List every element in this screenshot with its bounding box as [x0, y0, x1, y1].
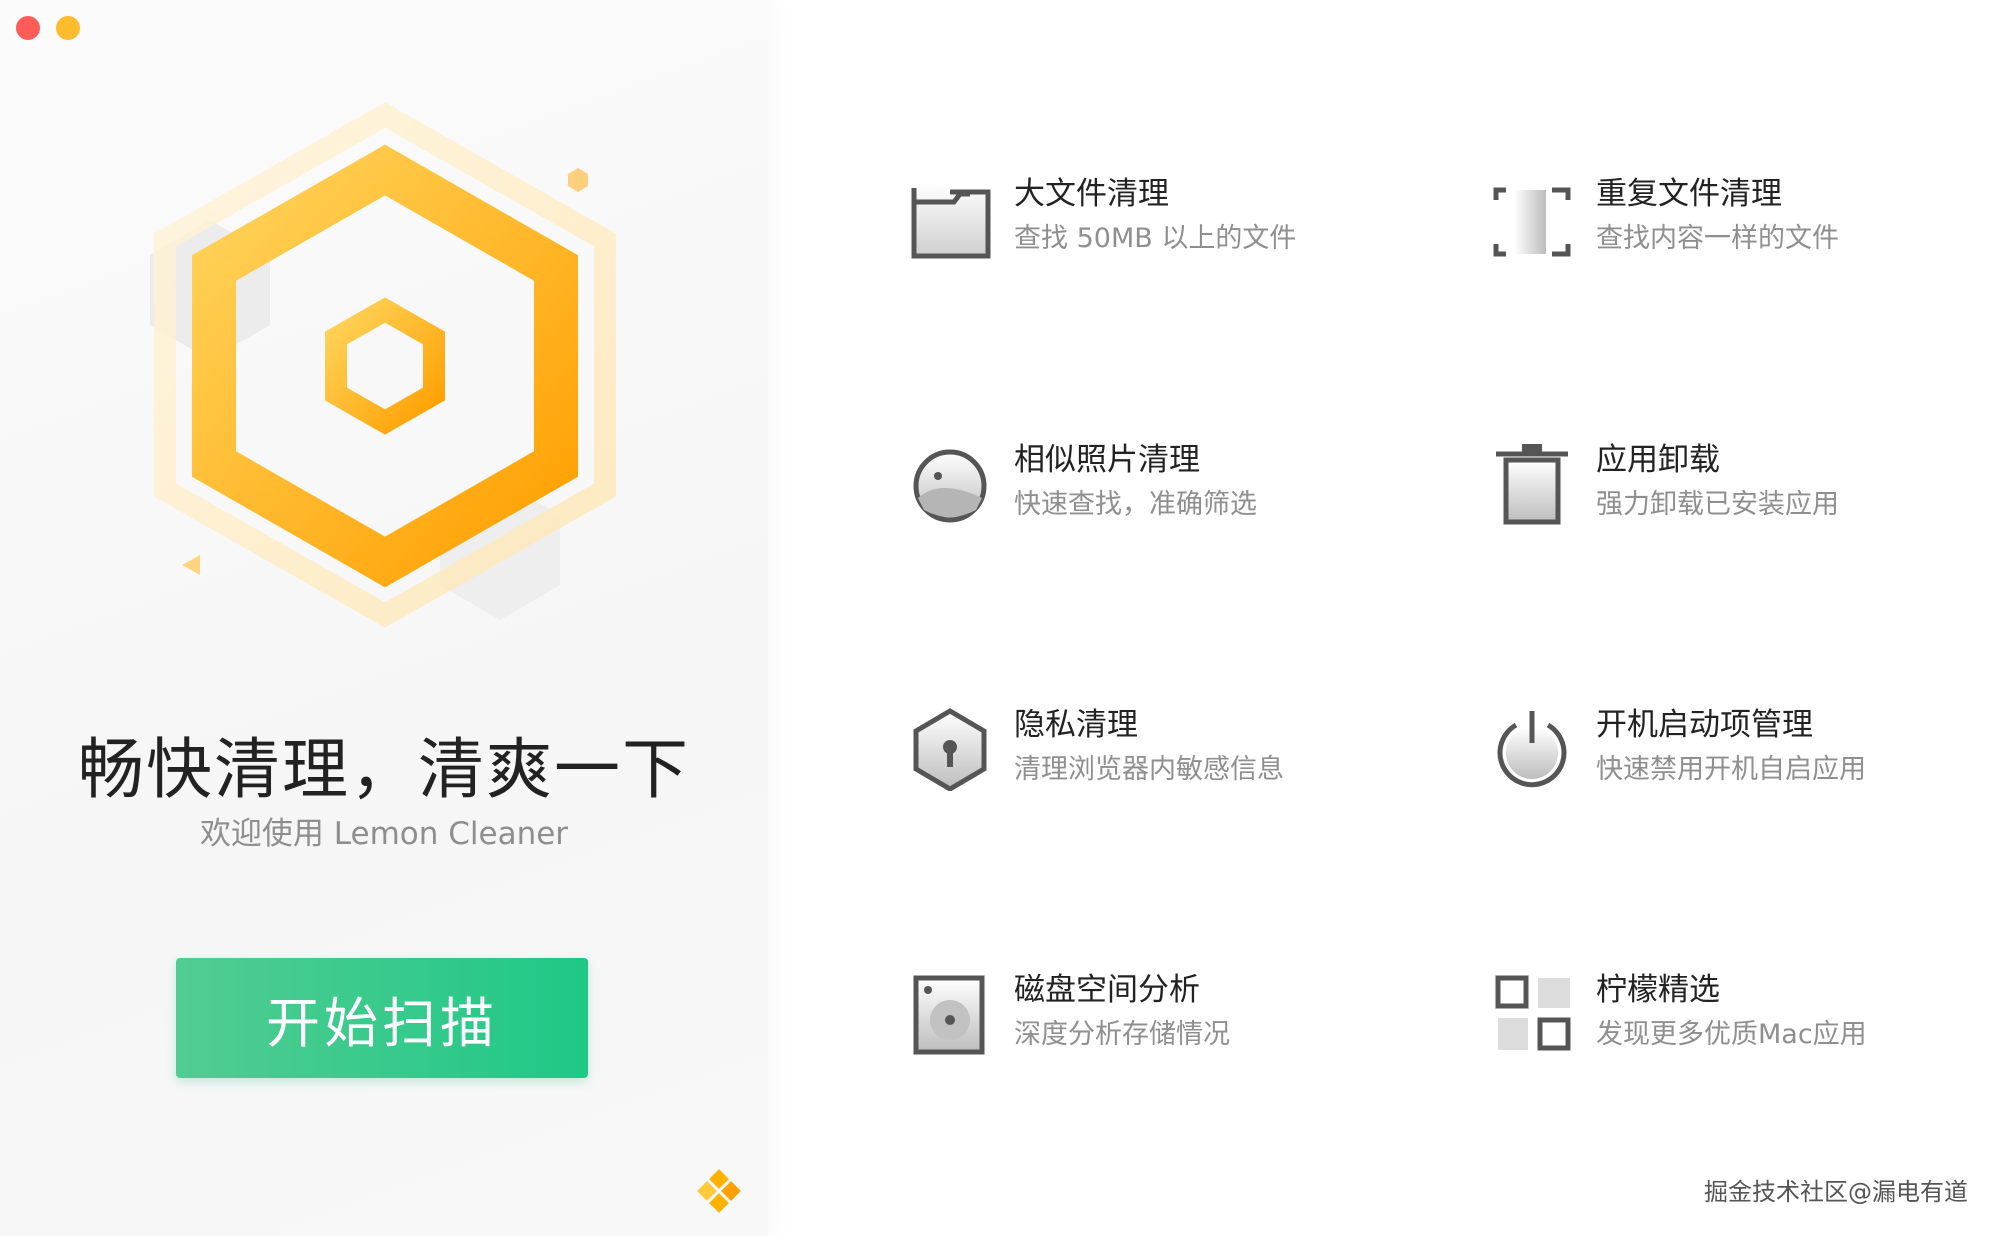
- duplicate-frame-icon: [1493, 187, 1571, 257]
- feature-title: 磁盘空间分析: [1014, 972, 1200, 1008]
- disk-icon: [913, 975, 985, 1055]
- feature-desc: 强力卸载已安装应用: [1596, 489, 1839, 520]
- feature-duplicate-file[interactable]: 重复文件清理 查找内容一样的文件: [1492, 166, 1972, 276]
- feature-title: 应用卸载: [1596, 442, 1720, 478]
- feature-desc: 快速禁用开机自启应用: [1596, 754, 1866, 785]
- close-window-button[interactable]: [16, 16, 40, 40]
- welcome-subtitle: 欢迎使用 Lemon Cleaner: [199, 816, 569, 852]
- photo-icon: [913, 449, 987, 523]
- power-icon: [1497, 711, 1567, 788]
- headline: 畅快清理，清爽一下: [78, 731, 690, 808]
- feature-desc: 清理浏览器内敏感信息: [1014, 754, 1284, 785]
- feature-startup[interactable]: 开机启动项管理 快速禁用开机自启应用: [1492, 697, 1972, 807]
- feature-title: 柠檬精选: [1596, 972, 1720, 1008]
- left-panel: 畅快清理，清爽一下 欢迎使用 Lemon Cleaner 开始扫描: [0, 0, 768, 1236]
- hexagon-hero-illustration: [150, 102, 616, 628]
- feature-title: 大文件清理: [1014, 176, 1169, 212]
- feature-disk[interactable]: 磁盘空间分析 深度分析存储情况: [910, 962, 1390, 1072]
- privacy-lock-icon: [913, 708, 987, 791]
- feature-privacy[interactable]: 隐私清理 清理浏览器内敏感信息: [910, 697, 1390, 807]
- feature-lemon-picks[interactable]: 柠檬精选 发现更多优质Mac应用: [1492, 962, 1972, 1072]
- minimize-window-button[interactable]: [56, 16, 80, 40]
- feature-desc: 深度分析存储情况: [1014, 1019, 1230, 1050]
- feature-desc: 查找内容一样的文件: [1596, 223, 1839, 254]
- lemon-logo-icon: [697, 1169, 741, 1213]
- folder-icon: [911, 184, 991, 259]
- feature-similar-photo[interactable]: 相似照片清理 快速查找，准确筛选: [910, 432, 1390, 542]
- feature-large-file[interactable]: 大文件清理 查找 50MB 以上的文件: [910, 166, 1390, 276]
- watermark: 掘金技术社区@漏电有道: [1704, 1178, 1968, 1206]
- feature-title: 隐私清理: [1014, 707, 1138, 743]
- feature-title: 相似照片清理: [1014, 442, 1200, 478]
- feature-uninstall[interactable]: 应用卸载 强力卸载已安装应用: [1492, 432, 1972, 542]
- feature-desc: 查找 50MB 以上的文件: [1014, 223, 1297, 254]
- feature-title: 重复文件清理: [1596, 176, 1782, 212]
- app-grid-icon: [1495, 975, 1571, 1051]
- feature-desc: 发现更多优质Mac应用: [1596, 1019, 1867, 1050]
- trash-icon: [1496, 444, 1568, 525]
- start-scan-button[interactable]: 开始扫描: [176, 958, 588, 1078]
- feature-desc: 快速查找，准确筛选: [1014, 489, 1257, 520]
- feature-title: 开机启动项管理: [1596, 707, 1813, 743]
